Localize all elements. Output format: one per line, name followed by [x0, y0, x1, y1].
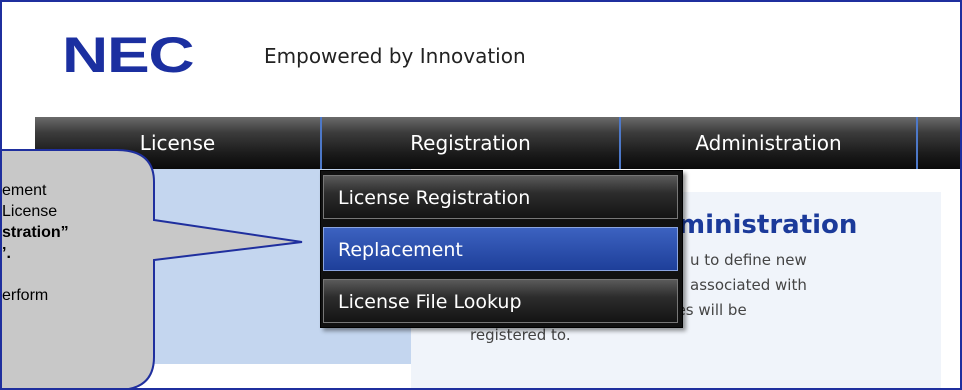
callout-line: stration” [2, 224, 69, 241]
screenshot-frame: NEC Empowered by Innovation License Regi… [0, 0, 962, 390]
section-heading: ministration [678, 210, 858, 240]
callout-line: ement [2, 182, 47, 199]
callout-text: ement License stration” ’. erform [2, 180, 172, 306]
nav-separator [916, 117, 918, 169]
callout-line: License [2, 203, 58, 220]
callout-line: erform [2, 287, 49, 304]
nav-administration[interactable]: Administration [621, 117, 916, 169]
callout-line: ’. [2, 245, 11, 262]
callout-line [2, 264, 172, 285]
